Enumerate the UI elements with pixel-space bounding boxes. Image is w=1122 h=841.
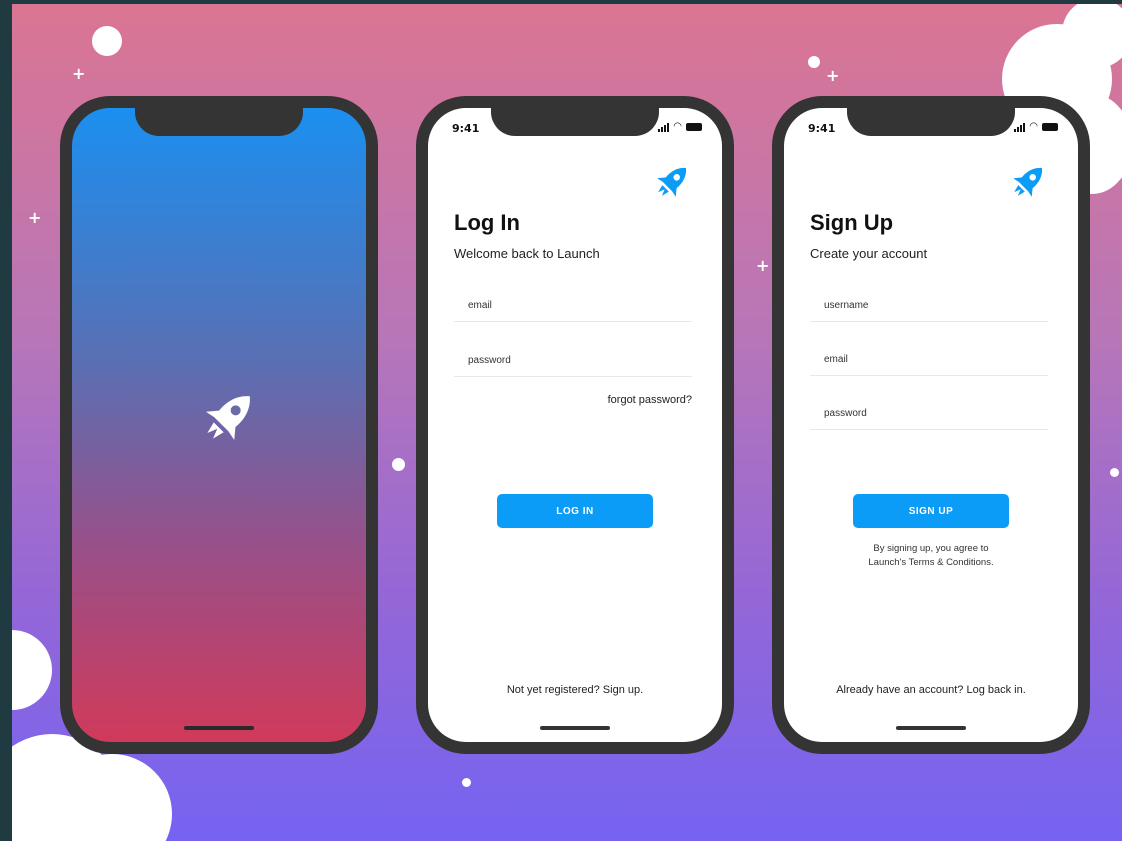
phone-notch (491, 108, 659, 136)
password-input[interactable] (468, 355, 692, 366)
decor-cloud (12, 630, 52, 710)
rocket-icon (652, 160, 694, 202)
phone-splash (60, 96, 378, 754)
decor-plus: + (72, 64, 86, 83)
battery-icon (1042, 123, 1058, 131)
rocket-icon (1008, 160, 1050, 202)
username-field (810, 288, 1048, 322)
page-title: Sign Up (810, 210, 894, 235)
status-icons: ◠ (658, 122, 702, 132)
email-field (810, 342, 1048, 376)
username-input[interactable] (824, 300, 1048, 311)
decor-plus: + (28, 208, 42, 227)
home-indicator[interactable] (540, 726, 610, 730)
password-field (810, 396, 1048, 430)
email-field (454, 288, 692, 322)
rocket-icon (198, 384, 262, 448)
wifi-icon: ◠ (1029, 121, 1038, 132)
decor-dot (392, 458, 405, 471)
home-indicator[interactable] (896, 726, 966, 730)
page-subtitle: Create your account (810, 246, 928, 261)
decor-dot (92, 26, 122, 56)
wifi-icon: ◠ (673, 121, 682, 132)
terms-line: By signing up, you agree to (873, 543, 989, 554)
phone-login: 9:41 ◠ Log In Welcome back to Launch for… (416, 96, 734, 754)
password-field (454, 343, 692, 377)
decor-dot (462, 778, 471, 787)
signal-icon (658, 122, 670, 132)
page-subtitle: Welcome back to Launch (454, 246, 600, 261)
status-icons: ◠ (1014, 122, 1058, 132)
showcase-background: + + + + 9:41 ◠ Log In Welcome back to La… (12, 4, 1122, 841)
login-link[interactable]: Already have an account? Log back in. (784, 684, 1078, 696)
terms-text: By signing up, you agree to Launch's Ter… (784, 542, 1078, 570)
decor-dot (808, 56, 820, 68)
signup-link[interactable]: Not yet registered? Sign up. (428, 684, 722, 696)
decor-plus: + (826, 66, 840, 85)
signup-button[interactable]: SIGN UP (853, 494, 1009, 528)
forgot-password-link[interactable]: forgot password? (608, 394, 692, 406)
decor-plus: + (756, 256, 770, 275)
login-button[interactable]: LOG IN (497, 494, 653, 528)
phone-signup: 9:41 ◠ Sign Up Create your account SIGN … (772, 96, 1090, 754)
status-time: 9:41 (452, 122, 480, 135)
password-input[interactable] (824, 408, 1048, 419)
login-screen: 9:41 ◠ Log In Welcome back to Launch for… (428, 108, 722, 742)
splash-screen (72, 108, 366, 742)
home-indicator[interactable] (184, 726, 254, 730)
email-input[interactable] (824, 354, 1048, 365)
phone-notch (135, 108, 303, 136)
decor-dot (1110, 468, 1119, 477)
terms-link[interactable]: Launch's Terms & Conditions. (784, 556, 1078, 570)
status-time: 9:41 (808, 122, 836, 135)
page-title: Log In (454, 210, 520, 235)
signal-icon (1014, 122, 1026, 132)
email-input[interactable] (468, 300, 692, 311)
battery-icon (686, 123, 702, 131)
phone-notch (847, 108, 1015, 136)
signup-screen: 9:41 ◠ Sign Up Create your account SIGN … (784, 108, 1078, 742)
